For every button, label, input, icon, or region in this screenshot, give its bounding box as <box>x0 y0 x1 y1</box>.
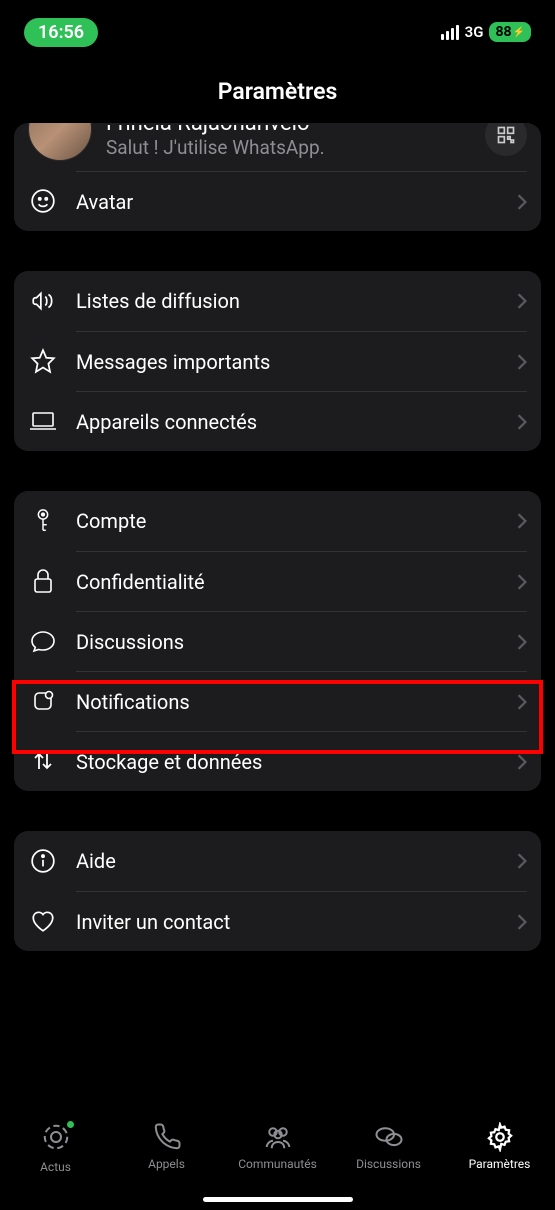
communities-icon <box>263 1122 293 1152</box>
chevron-right-icon <box>517 914 527 930</box>
chevron-right-icon <box>517 634 527 650</box>
page-title: Paramètres <box>0 78 555 105</box>
profile-group: Frinela Rajaonarivelo Salut ! J'utilise … <box>14 123 541 231</box>
chevron-right-icon <box>517 513 527 529</box>
storage-label: Stockage et données <box>76 750 517 774</box>
help-label: Aide <box>76 849 517 873</box>
profile-name: Frinela Rajaonarivelo <box>106 125 471 136</box>
tab-chats[interactable]: Discussions <box>333 1122 444 1171</box>
storage-row[interactable]: Stockage et données <box>14 731 541 791</box>
chevron-right-icon <box>517 354 527 370</box>
heart-icon <box>30 909 56 933</box>
qr-icon <box>496 125 516 145</box>
header: Paramètres <box>0 54 555 123</box>
profile-status: Salut ! J'utilise WhatsApp. <box>106 136 471 159</box>
account-row[interactable]: Compte <box>14 491 541 551</box>
avatar-label: Avatar <box>76 190 517 214</box>
phone-icon <box>152 1122 182 1152</box>
tab-updates-label: Actus <box>40 1160 71 1174</box>
gear-icon <box>485 1122 515 1152</box>
privacy-row[interactable]: Confidentialité <box>14 551 541 611</box>
chevron-right-icon <box>517 414 527 430</box>
lock-icon <box>32 568 54 594</box>
notifications-label: Notifications <box>76 690 517 714</box>
chats-icon <box>374 1122 404 1152</box>
help-group: Aide Inviter un contact <box>14 831 541 951</box>
chevron-right-icon <box>517 293 527 309</box>
chevron-right-icon <box>517 574 527 590</box>
invite-row[interactable]: Inviter un contact <box>14 891 541 951</box>
info-icon <box>30 848 56 874</box>
account-group: Compte Confidentialité Discussions <box>14 491 541 791</box>
starred-label: Messages importants <box>76 350 517 374</box>
tab-bar: Actus Appels Communautés Discussions Par… <box>0 1110 555 1210</box>
tab-communities[interactable]: Communautés <box>222 1122 333 1171</box>
profile-row[interactable]: Frinela Rajaonarivelo Salut ! J'utilise … <box>14 123 541 171</box>
linked-label: Appareils connectés <box>76 410 517 434</box>
chats-label: Discussions <box>76 630 517 654</box>
signal-icon <box>441 25 459 40</box>
invite-label: Inviter un contact <box>76 910 517 934</box>
broadcast-row[interactable]: Listes de diffusion <box>14 271 541 331</box>
tab-calls-label: Appels <box>148 1157 185 1171</box>
lists-group: Listes de diffusion Messages importants … <box>14 271 541 451</box>
avatar-icon <box>30 188 56 214</box>
tab-chats-label: Discussions <box>356 1157 421 1171</box>
help-row[interactable]: Aide <box>14 831 541 891</box>
tab-settings-label: Paramètres <box>469 1157 531 1171</box>
broadcast-label: Listes de diffusion <box>76 289 517 313</box>
tab-communities-label: Communautés <box>238 1157 317 1171</box>
network-label: 3G <box>465 23 484 41</box>
account-label: Compte <box>76 509 517 533</box>
avatar-image <box>28 123 92 161</box>
chevron-right-icon <box>517 694 527 710</box>
laptop-icon <box>29 410 57 432</box>
status-time: 16:56 <box>24 18 98 47</box>
tab-calls[interactable]: Appels <box>111 1122 222 1171</box>
linked-devices-row[interactable]: Appareils connectés <box>14 391 541 451</box>
star-icon <box>30 348 56 374</box>
status-right: 3G 88⚡ <box>441 22 531 42</box>
chat-bubble-icon <box>30 629 56 653</box>
badge-dot <box>66 1120 75 1129</box>
qr-code-button[interactable] <box>485 123 527 156</box>
starred-row[interactable]: Messages importants <box>14 331 541 391</box>
battery-indicator: 88⚡ <box>489 22 531 42</box>
tab-settings[interactable]: Paramètres <box>444 1122 555 1171</box>
megaphone-icon <box>30 288 56 314</box>
avatar-row[interactable]: Avatar <box>14 171 541 231</box>
chevron-right-icon <box>517 754 527 770</box>
notifications-row[interactable]: Notifications <box>14 671 541 731</box>
chats-row[interactable]: Discussions <box>14 611 541 671</box>
arrows-up-down-icon <box>31 749 55 773</box>
tab-updates[interactable]: Actus <box>0 1122 111 1174</box>
chevron-right-icon <box>517 194 527 210</box>
notification-icon <box>31 689 55 713</box>
key-icon <box>31 508 55 534</box>
chevron-right-icon <box>517 853 527 869</box>
privacy-label: Confidentialité <box>76 570 517 594</box>
status-bar: 16:56 3G 88⚡ <box>0 10 555 54</box>
